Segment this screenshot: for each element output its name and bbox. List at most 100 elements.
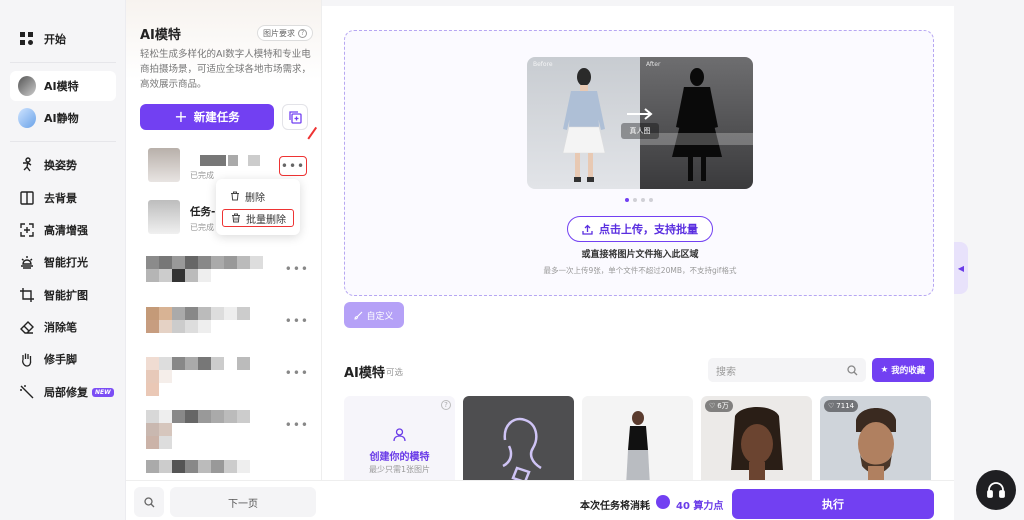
action-footer: 本次任务将消耗 40 算力点 执行 (322, 480, 954, 520)
new-badge: NEW (92, 387, 114, 397)
nav-item-remove-bg[interactable]: 去背景 (10, 183, 116, 213)
more-icon[interactable]: ••• (285, 314, 309, 328)
collapse-panel-button[interactable]: ◀ (954, 242, 968, 294)
batch-trash-icon (232, 213, 240, 223)
new-task-label: 新建任务 (193, 110, 240, 124)
more-icon[interactable]: ••• (285, 366, 309, 380)
magic-wand-icon (18, 383, 36, 401)
menu-item-delete[interactable]: 删除 (222, 187, 294, 205)
user-icon (393, 428, 406, 442)
upload-dropzone[interactable]: Before After 真人图 点击上传，支持批量 或直接将图片文件拖入此区域… (344, 30, 934, 296)
nav-item-enhance[interactable]: 高清增强 (10, 215, 116, 245)
model-outline-icon (502, 417, 542, 484)
create-model-card[interactable]: ? 创建你的模特 最少只需1张图片 (344, 396, 455, 486)
custom-button[interactable]: 自定义 (344, 302, 404, 328)
still-life-icon (18, 108, 36, 128)
favorites-label: 我的收藏 (891, 366, 926, 376)
nav-item-ai-still[interactable]: AI静物 (10, 103, 116, 133)
batch-delete-label: 批量删除 (246, 214, 286, 226)
models-section-subtitle: 可选 (386, 368, 404, 378)
model-card[interactable] (582, 396, 693, 486)
nav-label: AI静物 (44, 112, 79, 125)
likes-count: 6万 (717, 402, 729, 410)
before-label: Before (533, 61, 553, 68)
menu-item-batch-delete[interactable]: 批量删除 (222, 209, 294, 227)
nav-item-fix-hands[interactable]: 修手脚 (10, 344, 116, 374)
custom-label: 自定义 (366, 311, 394, 322)
main-area: Before After 真人图 点击上传，支持批量 或直接将图片文件拖入此区域… (322, 0, 954, 520)
image-requirements-button[interactable]: 图片要求 ? (257, 25, 313, 41)
nav-label: 换姿势 (44, 159, 77, 172)
model-before-figure (562, 68, 606, 182)
headset-icon (987, 482, 1005, 498)
create-model-subtitle: 最少只需1张图片 (368, 465, 431, 474)
upload-button[interactable]: 点击上传，支持批量 (567, 216, 713, 242)
nav-item-eraser[interactable]: 消除笔 (10, 312, 116, 342)
task-search-button[interactable] (134, 487, 164, 517)
grid-icon (18, 30, 36, 48)
nav-label: 去背景 (44, 192, 77, 205)
nav-item-expand[interactable]: 智能扩图 (10, 280, 116, 310)
nav-label: 开始 (44, 33, 66, 46)
nav-item-local-repair[interactable]: 局部修复 NEW (10, 377, 116, 407)
trash-icon (231, 191, 239, 201)
panel-description: 轻松生成多样化的AI数字人模特和专业电商拍摄场景，可适应全球各地市场需求，高效展… (140, 49, 312, 90)
model-photo (731, 407, 783, 486)
create-model-title: 创建你的模特 (369, 452, 430, 463)
likes-badge: ♡ 6万 (705, 400, 733, 412)
nav-item-lighting[interactable]: 智能打光 (10, 247, 116, 277)
my-favorites-button[interactable]: ★ 我的收藏 (872, 358, 934, 382)
models-section-title: AI模特 (344, 366, 385, 381)
nav-label: 智能扩图 (44, 289, 88, 302)
carousel-dots[interactable] (625, 198, 653, 202)
task-thumbnail (148, 200, 180, 234)
compute-points-icon (656, 495, 670, 509)
model-card[interactable]: ♡ 6万 (701, 396, 812, 486)
task-status: 已完成 (190, 223, 214, 232)
more-icon[interactable]: ••• (285, 418, 309, 432)
new-task-button[interactable]: + 新建任务 (140, 104, 274, 130)
model-photo (626, 411, 650, 486)
nav-divider (10, 62, 116, 63)
after-label: After (646, 61, 661, 68)
nav-item-start[interactable]: 开始 (10, 24, 116, 54)
model-card[interactable]: ♡ 7114 (820, 396, 931, 486)
enhance-icon (18, 221, 36, 239)
brush-icon (354, 311, 363, 320)
upload-limit-hint: 最多一次上传9张，单个文件不超过20MB，不支持gif格式 (543, 266, 737, 275)
run-button[interactable]: 执行 (732, 489, 934, 519)
nav-label: 修手脚 (44, 353, 77, 366)
drag-hint: 或直接将图片文件拖入此区域 (581, 250, 699, 260)
redacted-name (248, 155, 260, 166)
blurred-task-thumbnail (146, 460, 263, 473)
crop-expand-icon (18, 286, 36, 304)
nav-divider (10, 141, 116, 142)
nav-label: 高清增强 (44, 224, 88, 237)
nav-item-pose[interactable]: 换姿势 (10, 150, 116, 180)
blurred-task-thumbnail (146, 307, 263, 333)
left-nav: 开始 AI模特 AI静物 换姿势 去背景 高清增强 智能打光 智能扩图 消除笔 … (0, 0, 126, 520)
upload-button-label: 点击上传，支持批量 (599, 223, 698, 236)
task-thumbnail (148, 148, 180, 182)
search-icon (143, 496, 154, 507)
question-icon: ? (298, 28, 307, 38)
support-button[interactable] (976, 470, 1016, 510)
before-after-demo: Before After 真人图 (527, 57, 753, 189)
task-more-button[interactable]: ••• (279, 156, 307, 176)
next-page-button[interactable]: 下一页 (170, 487, 316, 517)
copy-task-button[interactable] (282, 104, 308, 130)
hand-icon (18, 350, 36, 368)
blurred-task-thumbnail (146, 410, 263, 449)
real-person-badge: 真人图 (621, 123, 659, 139)
image-requirements-label: 图片要求 (263, 28, 295, 38)
pose-icon (18, 156, 36, 174)
model-card[interactable] (463, 396, 574, 486)
model-search-input[interactable]: 搜索 (708, 358, 866, 382)
more-icon[interactable]: ••• (285, 262, 309, 276)
nav-item-ai-model[interactable]: AI模特 (10, 71, 116, 101)
nav-label: 智能打光 (44, 256, 88, 269)
task-context-menu: 删除 批量删除 (216, 179, 300, 235)
star-icon: ★ (880, 365, 889, 375)
blurred-task-thumbnail (146, 357, 263, 396)
model-photo (856, 408, 896, 486)
